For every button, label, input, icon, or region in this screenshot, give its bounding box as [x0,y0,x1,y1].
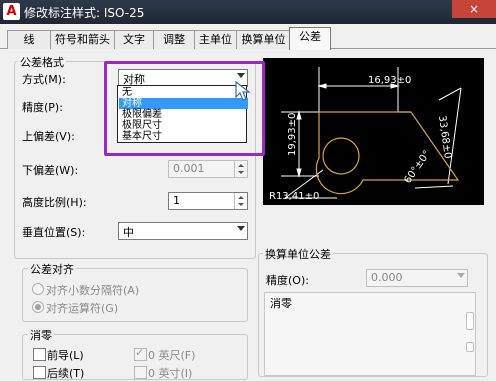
vertical-position-label: 垂直位置(S): [22,226,86,239]
tab-symbols-arrows[interactable]: 符号和箭头 [50,30,115,49]
leading-checkbox[interactable] [33,348,46,361]
tolerance-format-title: 公差格式 [18,54,66,70]
height-scale-label: 高度比例(H): [22,196,87,209]
alt-zero-suppression-title: 消零 [268,295,294,311]
dimension-preview: 16,93±0 19,93±0 33,68±0 60°±0° R13,41±0 [263,58,484,205]
tab-text[interactable]: 文字 [114,30,154,49]
spinner-buttons[interactable] [234,193,247,209]
zero-feet-checkbox[interactable] [134,346,147,361]
highlight-box [104,61,265,156]
lower-deviation-spinner[interactable]: 0.001 [168,160,248,178]
tab-fit[interactable]: 调整 [153,30,195,49]
align-decimal-label: 对齐小数分隔符(A) [46,284,140,297]
alt-zero-suppression-box [264,292,476,376]
chevron-down-icon [457,273,465,278]
zero-feet-label: 0 英尺(F) [148,349,196,362]
method-label: 方式(M): [22,73,66,86]
preview-drawing: 16,93±0 19,93±0 33,68±0 60°±0° R13,41±0 [269,67,462,202]
lower-deviation-label: 下偏差(W): [22,164,79,177]
title-bar: A 修改标注样式: ISO-25 × [0,0,496,24]
height-scale-value: 1 [173,194,180,207]
align-operator-label: 对齐运算符(G) [46,302,119,315]
vertical-position-value: 中 [123,226,134,239]
lower-deviation-value: 0.001 [173,162,205,175]
cursor-icon [235,80,251,101]
tolerance-alignment-title: 公差对齐 [28,261,76,277]
close-button[interactable]: × [452,0,496,18]
zero-suppression-title: 消零 [28,327,54,343]
trailing-label: 后续(T) [47,367,85,380]
alternate-unit-tolerance-title: 换算单位公差 [263,246,333,262]
vertical-position-select[interactable]: 中 [118,222,248,240]
app-icon: A [3,3,20,20]
tab-lines[interactable]: 线 [7,30,51,49]
align-operator-radio[interactable] [32,301,44,313]
alt-precision-label: 精度(O): [266,274,309,287]
window-title: 修改标注样式: ISO-25 [24,6,145,20]
scroll-thumb[interactable] [466,312,474,330]
zero-inches-checkbox[interactable] [134,366,147,379]
height-scale-spinner[interactable]: 1 [168,192,248,210]
dim-radius: R13,41±0 [269,191,319,202]
scroll-thumb-lower[interactable] [466,342,474,352]
tab-primary-units[interactable]: 主单位 [194,30,237,49]
dim-top: 16,93±0 [368,75,411,86]
zero-inches-label: 0 英寸(I) [148,367,193,380]
dim-left: 19,93±0 [287,113,298,156]
chevron-down-icon [237,226,245,231]
leading-label: 前导(L) [47,349,84,362]
spinner-buttons[interactable] [234,161,247,177]
alt-precision-value: 0.000 [371,271,403,284]
align-decimal-radio[interactable] [32,283,44,295]
tab-tolerances[interactable]: 公差 [289,27,331,50]
trailing-checkbox[interactable] [33,366,46,379]
upper-deviation-label: 上偏差(V): [22,130,75,143]
precision-label: 精度(P): [22,101,63,114]
tab-alternate-units[interactable]: 换算单位 [236,30,291,49]
alt-precision-select[interactable]: 0.000 [366,269,468,287]
